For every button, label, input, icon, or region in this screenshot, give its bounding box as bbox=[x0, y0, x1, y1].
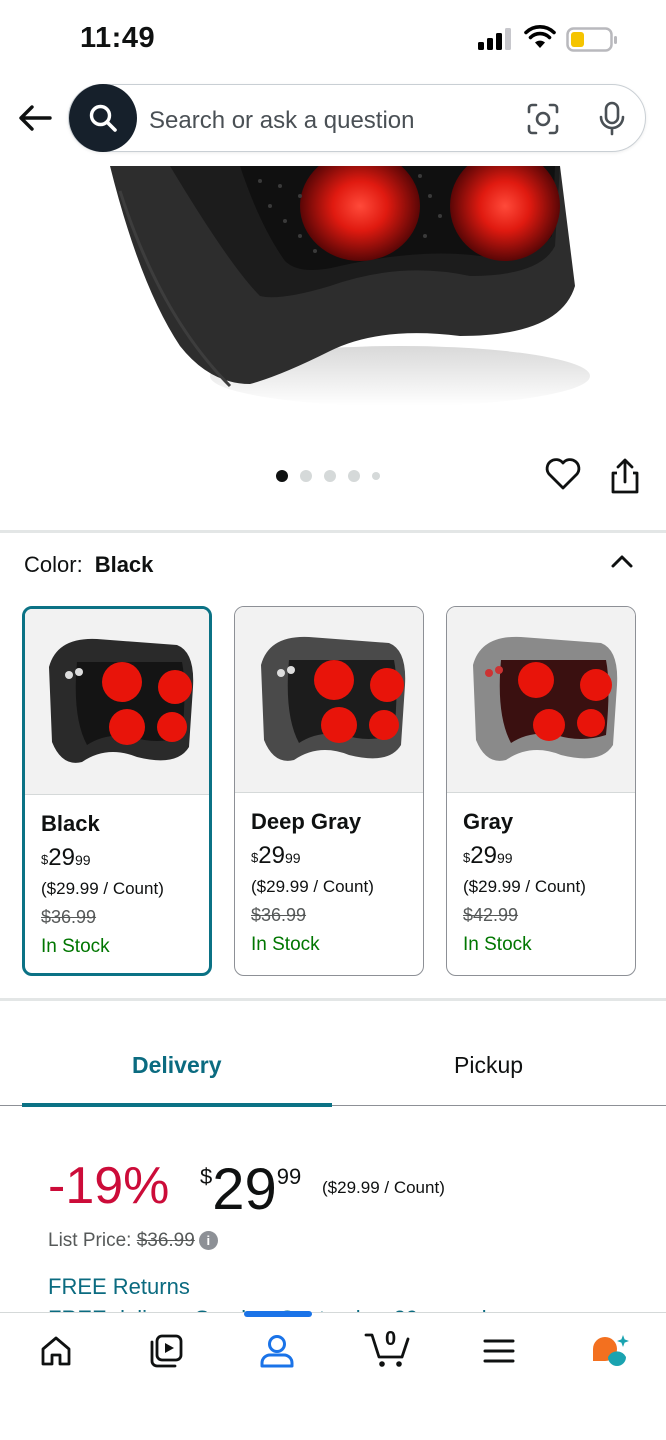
color-option-deep-gray[interactable]: Deep Gray $2999 ($29.99 / Count) $36.99 … bbox=[234, 606, 424, 976]
discount-percent: -19% bbox=[48, 1157, 170, 1215]
active-tab-indicator bbox=[22, 1103, 332, 1107]
variant-list-price: $42.99 bbox=[463, 905, 519, 925]
share-icon[interactable] bbox=[608, 456, 642, 496]
list-price-label: List Price: bbox=[48, 1230, 132, 1251]
pager-dot bbox=[348, 470, 360, 482]
search-bar[interactable]: Search or ask a question bbox=[68, 84, 646, 152]
rufus-assistant-icon[interactable] bbox=[590, 1333, 630, 1369]
variant-stock: In Stock bbox=[41, 936, 110, 957]
color-option-gray[interactable]: Gray $2999 ($29.99 / Count) $42.99 In St… bbox=[446, 606, 636, 976]
pager-dot bbox=[324, 470, 336, 482]
variant-name: Gray bbox=[463, 809, 514, 834]
variant-name: Deep Gray bbox=[251, 809, 362, 834]
battery-icon bbox=[566, 27, 617, 52]
menu-icon[interactable] bbox=[482, 1333, 516, 1369]
color-selected: Black bbox=[94, 552, 154, 577]
tab-pickup[interactable]: Pickup bbox=[454, 1052, 523, 1079]
color-options: Black $2999 ($29.99 / Count) $36.99 In S… bbox=[22, 606, 636, 976]
variant-price: $2999 bbox=[41, 844, 91, 871]
back-arrow-icon[interactable] bbox=[14, 96, 58, 140]
cart-button[interactable]: 0 bbox=[364, 1328, 412, 1369]
bottom-nav: 0 bbox=[0, 1311, 666, 1440]
price: $2999 bbox=[200, 1156, 301, 1223]
info-icon[interactable]: i bbox=[198, 1231, 218, 1251]
color-label: Color: bbox=[24, 552, 83, 577]
cart-count: 0 bbox=[385, 1328, 397, 1350]
status-bar: 11:49 bbox=[0, 0, 666, 80]
variant-thumbnail bbox=[235, 607, 423, 793]
image-pager[interactable] bbox=[276, 470, 380, 482]
microphone-icon[interactable] bbox=[597, 101, 627, 137]
color-selector-label: Color: Black bbox=[24, 552, 153, 578]
heart-icon[interactable] bbox=[544, 456, 582, 492]
tab-delivery[interactable]: Delivery bbox=[132, 1052, 222, 1079]
pager-dot bbox=[300, 470, 312, 482]
massage-pillow-image bbox=[110, 166, 590, 406]
variant-list-price: $36.99 bbox=[41, 907, 97, 927]
variant-unit-price: ($29.99 / Count) bbox=[41, 879, 164, 898]
pager-dot bbox=[372, 472, 380, 480]
chevron-up-icon[interactable] bbox=[608, 548, 636, 576]
search-button[interactable] bbox=[69, 84, 137, 152]
variant-thumbnail bbox=[25, 609, 209, 795]
search-icon bbox=[89, 104, 117, 132]
variant-unit-price: ($29.99 / Count) bbox=[463, 877, 586, 896]
variant-stock: In Stock bbox=[463, 934, 532, 955]
home-icon[interactable] bbox=[38, 1333, 74, 1369]
price-whole: 29 bbox=[212, 1157, 277, 1222]
variant-price: $2999 bbox=[251, 842, 301, 869]
list-price: List Price: $36.99 i bbox=[48, 1230, 218, 1252]
camera-scan-icon[interactable] bbox=[527, 103, 559, 135]
color-option-black[interactable]: Black $2999 ($29.99 / Count) $36.99 In S… bbox=[22, 606, 212, 976]
variant-unit-price: ($29.99 / Count) bbox=[251, 877, 374, 896]
pager-dot-active bbox=[276, 470, 288, 482]
list-price-value: $36.99 bbox=[136, 1230, 195, 1251]
search-input[interactable]: Search or ask a question bbox=[149, 107, 415, 135]
product-page: 11:49 Search or ask a question Color: Bl… bbox=[0, 0, 666, 1440]
fulfillment-tabs: Delivery Pickup bbox=[0, 1030, 666, 1107]
section-divider bbox=[0, 530, 666, 533]
free-returns-link[interactable]: FREE Returns bbox=[48, 1274, 190, 1300]
variant-price: $2999 bbox=[463, 842, 513, 869]
nav-active-indicator bbox=[244, 1311, 312, 1317]
cellular-signal-icon bbox=[478, 28, 511, 50]
price-currency: $ bbox=[200, 1164, 213, 1189]
search-row: Search or ask a question bbox=[0, 84, 666, 154]
section-divider bbox=[0, 998, 666, 1001]
variant-stock: In Stock bbox=[251, 934, 320, 955]
variant-name: Black bbox=[41, 811, 100, 836]
variant-list-price: $36.99 bbox=[251, 905, 307, 925]
account-icon[interactable] bbox=[258, 1333, 296, 1369]
video-icon[interactable] bbox=[148, 1333, 184, 1369]
variant-thumbnail bbox=[447, 607, 635, 793]
price-per-unit: ($29.99 / Count) bbox=[322, 1178, 445, 1197]
product-image[interactable] bbox=[0, 166, 666, 436]
wifi-icon bbox=[524, 25, 556, 48]
status-time: 11:49 bbox=[80, 22, 156, 54]
price-cents: 99 bbox=[276, 1164, 302, 1189]
